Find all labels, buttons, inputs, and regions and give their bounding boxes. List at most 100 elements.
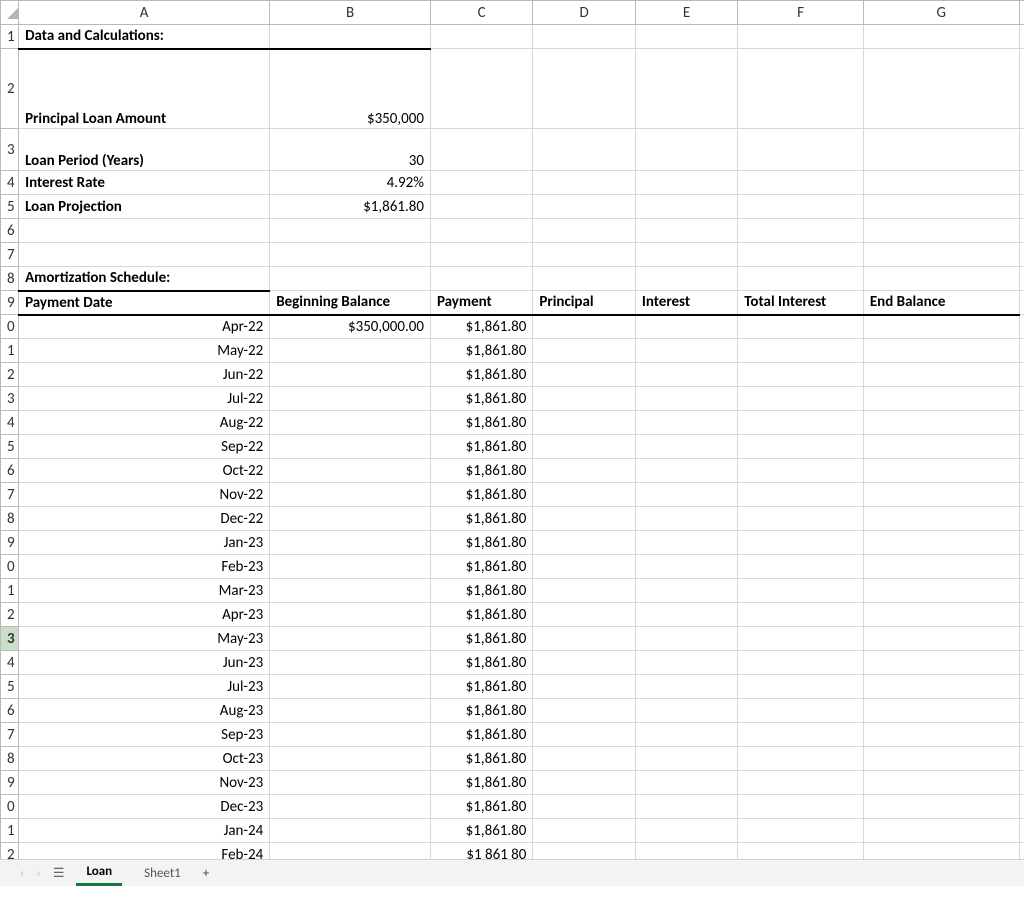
row-header[interactable]: 0 bbox=[1, 555, 19, 579]
cell[interactable]: Jan-23 bbox=[19, 531, 270, 555]
cell[interactable]: Mar-23 bbox=[19, 579, 270, 603]
cell[interactable] bbox=[1019, 291, 1024, 315]
cell[interactable] bbox=[738, 387, 864, 411]
cell[interactable] bbox=[533, 699, 635, 723]
col-header-A[interactable]: A bbox=[19, 1, 270, 25]
cell[interactable] bbox=[1019, 771, 1024, 795]
cell[interactable]: Dec-23 bbox=[19, 795, 270, 819]
cell[interactable] bbox=[738, 315, 864, 339]
cell[interactable] bbox=[863, 555, 1019, 579]
cell[interactable] bbox=[738, 435, 864, 459]
cell[interactable] bbox=[19, 219, 270, 243]
cell[interactable] bbox=[635, 267, 737, 291]
cell[interactable]: Jun-23 bbox=[19, 651, 270, 675]
cell[interactable] bbox=[1019, 627, 1024, 651]
row-header[interactable]: 5 bbox=[1, 195, 19, 219]
cell[interactable] bbox=[270, 627, 431, 651]
cell[interactable]: Amortization Schedule: bbox=[19, 267, 270, 291]
cell[interactable] bbox=[533, 435, 635, 459]
cell[interactable]: $1,861.80 bbox=[430, 795, 532, 819]
row-header[interactable]: 7 bbox=[1, 243, 19, 267]
cell[interactable] bbox=[533, 531, 635, 555]
row-header[interactable]: 2 bbox=[1, 363, 19, 387]
sheet-tab-loan[interactable]: Loan bbox=[76, 860, 122, 886]
cell[interactable]: Oct-23 bbox=[19, 747, 270, 771]
cell[interactable]: Apr-22 bbox=[19, 315, 270, 339]
cell[interactable] bbox=[1019, 267, 1024, 291]
cell[interactable] bbox=[738, 49, 864, 129]
row-header[interactable]: 1 bbox=[1, 339, 19, 363]
cell[interactable] bbox=[738, 651, 864, 675]
cell[interactable] bbox=[635, 795, 737, 819]
cell[interactable] bbox=[635, 219, 737, 243]
cell[interactable] bbox=[863, 219, 1019, 243]
cell[interactable] bbox=[863, 507, 1019, 531]
cell[interactable] bbox=[635, 483, 737, 507]
cell[interactable]: $1,861.80 bbox=[430, 699, 532, 723]
row-header[interactable]: 9 bbox=[1, 771, 19, 795]
cell[interactable] bbox=[533, 195, 635, 219]
cell[interactable]: $350,000.00 bbox=[270, 315, 431, 339]
cell[interactable] bbox=[533, 843, 635, 860]
cell[interactable] bbox=[270, 819, 431, 843]
cell[interactable] bbox=[430, 171, 532, 195]
cell[interactable]: Loan Projection bbox=[19, 195, 270, 219]
cell[interactable] bbox=[863, 675, 1019, 699]
cell[interactable] bbox=[738, 723, 864, 747]
cell[interactable] bbox=[270, 531, 431, 555]
row-header[interactable]: 8 bbox=[1, 267, 19, 291]
cell[interactable] bbox=[863, 459, 1019, 483]
cell[interactable] bbox=[863, 819, 1019, 843]
cell[interactable] bbox=[270, 243, 431, 267]
cell[interactable]: Aug-22 bbox=[19, 411, 270, 435]
cell[interactable] bbox=[738, 699, 864, 723]
cell[interactable] bbox=[270, 483, 431, 507]
cell[interactable] bbox=[19, 243, 270, 267]
cell[interactable] bbox=[270, 675, 431, 699]
cell[interactable] bbox=[1019, 723, 1024, 747]
cell[interactable] bbox=[738, 771, 864, 795]
cell[interactable]: $1,861.80 bbox=[430, 675, 532, 699]
row-header[interactable]: 3 bbox=[1, 387, 19, 411]
cell[interactable] bbox=[1019, 795, 1024, 819]
cell[interactable] bbox=[738, 243, 864, 267]
cell[interactable] bbox=[533, 171, 635, 195]
cell[interactable] bbox=[1019, 459, 1024, 483]
cell[interactable] bbox=[738, 25, 864, 49]
cell[interactable]: Loan Period (Years) bbox=[19, 129, 270, 171]
row-header[interactable]: 8 bbox=[1, 747, 19, 771]
row-header[interactable]: 9 bbox=[1, 291, 19, 315]
cell[interactable] bbox=[863, 195, 1019, 219]
cell[interactable]: $1,861.80 bbox=[430, 315, 532, 339]
cell[interactable] bbox=[270, 25, 431, 49]
cell[interactable] bbox=[270, 219, 431, 243]
sheet-tab-sheet1[interactable]: Sheet1 bbox=[134, 862, 191, 885]
cell[interactable]: Oct-22 bbox=[19, 459, 270, 483]
cell[interactable] bbox=[1019, 129, 1024, 171]
cell[interactable] bbox=[533, 651, 635, 675]
cell[interactable] bbox=[270, 339, 431, 363]
cell[interactable] bbox=[533, 49, 635, 129]
cell[interactable] bbox=[738, 579, 864, 603]
cell[interactable]: $1,861.80 bbox=[430, 339, 532, 363]
cell[interactable]: May-23 bbox=[19, 627, 270, 651]
cell[interactable] bbox=[863, 387, 1019, 411]
cell[interactable]: Feb-23 bbox=[19, 555, 270, 579]
cell[interactable] bbox=[533, 459, 635, 483]
row-header[interactable]: 3 bbox=[1, 627, 19, 651]
cell[interactable]: Jul-23 bbox=[19, 675, 270, 699]
cell[interactable] bbox=[1019, 483, 1024, 507]
row-header[interactable]: 2 bbox=[1, 49, 19, 129]
cell[interactable] bbox=[1019, 243, 1024, 267]
col-header-C[interactable]: C bbox=[430, 1, 532, 25]
row-header[interactable]: 4 bbox=[1, 411, 19, 435]
cell[interactable] bbox=[863, 747, 1019, 771]
cell[interactable]: Payment Date bbox=[19, 291, 270, 315]
cell[interactable]: Jan-24 bbox=[19, 819, 270, 843]
row-header[interactable]: 7 bbox=[1, 483, 19, 507]
cell[interactable] bbox=[1019, 555, 1024, 579]
cell[interactable] bbox=[533, 339, 635, 363]
cell[interactable] bbox=[635, 49, 737, 129]
row-header[interactable]: 0 bbox=[1, 795, 19, 819]
cell[interactable] bbox=[635, 507, 737, 531]
